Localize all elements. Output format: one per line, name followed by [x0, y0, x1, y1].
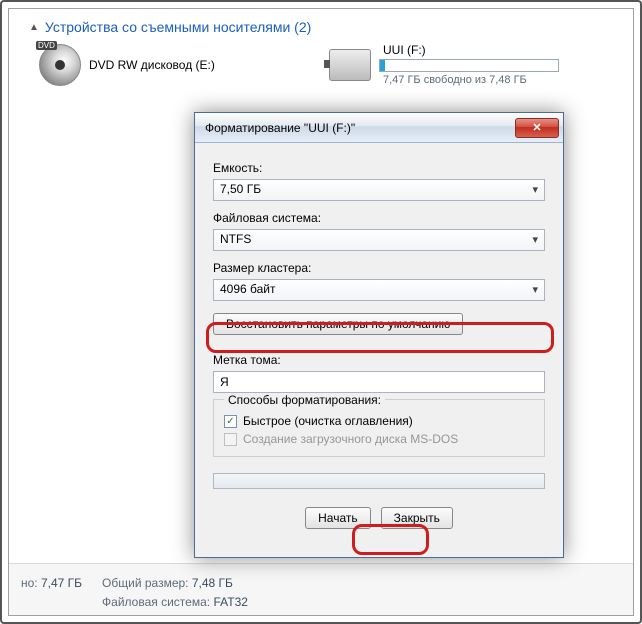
dvd-disc-icon: DVD	[39, 44, 81, 86]
title-bar[interactable]: Форматирование "UUI (F:)" ✕	[195, 113, 563, 143]
cluster-combo[interactable]: 4096 байт	[213, 279, 545, 301]
restore-defaults-button[interactable]: Восстановить параметры по умолчанию	[213, 313, 463, 335]
filesystem-combo[interactable]: NTFS	[213, 229, 545, 251]
start-button[interactable]: Начать	[305, 507, 371, 529]
volume-label: Метка тома:	[213, 353, 545, 367]
close-button[interactable]: Закрыть	[381, 507, 453, 529]
status-free-label: но:	[21, 576, 38, 590]
dvd-label: DVD RW дисковод (E:)	[89, 58, 215, 72]
devices-section-header[interactable]: ▲ Устройства со съемными носителями (2)	[9, 9, 633, 43]
usb-space-bar	[379, 59, 559, 72]
usb-name: UUI (F:)	[379, 43, 579, 57]
usb-space-text: 7,47 ГБ свободно из 7,48 ГБ	[379, 74, 579, 86]
status-free-value: 7,47 ГБ	[41, 576, 82, 590]
msdos-boot-label: Создание загрузочного диска MS-DOS	[243, 432, 458, 446]
usb-drive-icon	[329, 49, 371, 81]
quick-format-checkbox[interactable]: ✓	[224, 415, 237, 428]
drive-usb[interactable]: UUI (F:) 7,47 ГБ свободно из 7,48 ГБ	[329, 43, 579, 86]
dialog-title: Форматирование "UUI (F:)"	[205, 121, 515, 135]
format-options-box: Способы форматирования: ✓ Быстрое (очист…	[213, 399, 545, 457]
close-icon: ✕	[532, 121, 541, 134]
drives-row: DVD DVD RW дисковод (E:) UUI (F:) 7,47 Г…	[9, 43, 633, 86]
status-bar: но: 7,47 ГБ Общий размер: 7,48 ГБ Файлов…	[9, 563, 633, 615]
status-total-value: 7,48 ГБ	[192, 576, 233, 590]
drive-dvd[interactable]: DVD DVD RW дисковод (E:)	[39, 43, 289, 86]
capacity-label: Емкость:	[213, 161, 545, 175]
status-fs-value: FAT32	[213, 595, 247, 609]
collapse-triangle-icon: ▲	[29, 22, 39, 33]
format-dialog: Форматирование "UUI (F:)" ✕ Емкость: 7,5…	[194, 112, 564, 558]
volume-input[interactable]	[213, 371, 545, 393]
window-close-button[interactable]: ✕	[515, 118, 559, 138]
section-title: Устройства со съемными носителями (2)	[45, 19, 311, 35]
capacity-combo[interactable]: 7,50 ГБ	[213, 179, 545, 201]
status-total-label: Общий размер:	[102, 576, 188, 590]
format-progress-bar	[213, 473, 545, 489]
msdos-boot-checkbox	[224, 433, 237, 446]
cluster-label: Размер кластера:	[213, 261, 545, 275]
quick-format-label: Быстрое (очистка оглавления)	[243, 414, 413, 428]
options-legend: Способы форматирования:	[224, 393, 385, 407]
filesystem-label: Файловая система:	[213, 211, 545, 225]
status-fs-label: Файловая система:	[102, 595, 210, 609]
